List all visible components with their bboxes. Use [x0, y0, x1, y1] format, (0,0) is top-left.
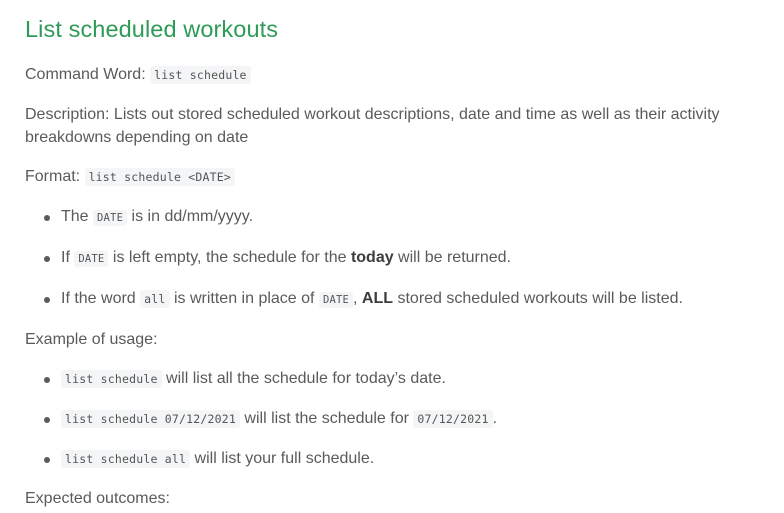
example-code: list schedule all [61, 450, 191, 468]
command-word-label: Command Word: [25, 66, 151, 83]
rule-text: If the word [61, 290, 141, 307]
rule-bold: today [350, 249, 394, 266]
list-item: list schedule will list all the schedule… [44, 367, 784, 391]
list-item: list schedule all will list your full sc… [44, 447, 784, 471]
rule-text: , [353, 290, 362, 307]
list-item: If the word all is written in place of D… [44, 287, 784, 312]
list-item: If DATE is left empty, the schedule for … [44, 246, 784, 271]
rule-text: stored scheduled workouts will be listed… [393, 290, 683, 307]
format-code: list schedule <DATE> [84, 168, 236, 186]
example-code: list schedule [61, 370, 162, 388]
description-text: Description: Lists out stored scheduled … [25, 106, 720, 146]
list-item: The DATE is in dd/mm/yyyy. [44, 205, 784, 230]
rule-text: is left empty, the schedule for the [108, 249, 351, 266]
example-text: . [492, 410, 498, 427]
format-label: Format: [25, 168, 85, 185]
example-code: list schedule 07/12/2021 [61, 410, 240, 428]
rule-bold: ALL [361, 290, 394, 307]
format-line: Format: list schedule <DATE> [25, 165, 784, 189]
rule-code: DATE [74, 251, 109, 267]
example-text: will list all the schedule for today’s d… [161, 370, 446, 387]
expected-outcomes-label: Expected outcomes: [25, 490, 170, 507]
command-word-line: Command Word: list schedule [25, 63, 784, 87]
rule-text: If [61, 249, 75, 266]
rule-code: DATE [318, 292, 354, 308]
list-item: list schedule 07/12/2021 will list the s… [44, 407, 784, 431]
example-text: will list your full schedule. [190, 450, 375, 467]
command-word-code: list schedule [150, 66, 251, 84]
format-rules-list: The DATE is in dd/mm/yyyy. If DATE is le… [25, 205, 784, 312]
examples-list: list schedule will list all the schedule… [25, 367, 784, 471]
rule-text: is written in place of [169, 290, 319, 307]
rule-text: is in dd/mm/yyyy. [127, 208, 254, 225]
example-text: will list the schedule for [239, 410, 414, 427]
example-code: 07/12/2021 [413, 410, 493, 428]
rule-text: The [61, 208, 94, 225]
rule-text: will be returned. [393, 249, 511, 266]
rule-code: DATE [93, 210, 128, 226]
rule-code: all [140, 290, 170, 308]
section-heading: List scheduled workouts [25, 16, 279, 42]
example-label: Example of usage: [25, 331, 158, 348]
doc-page: List scheduled workouts Command Word: li… [0, 0, 784, 513]
